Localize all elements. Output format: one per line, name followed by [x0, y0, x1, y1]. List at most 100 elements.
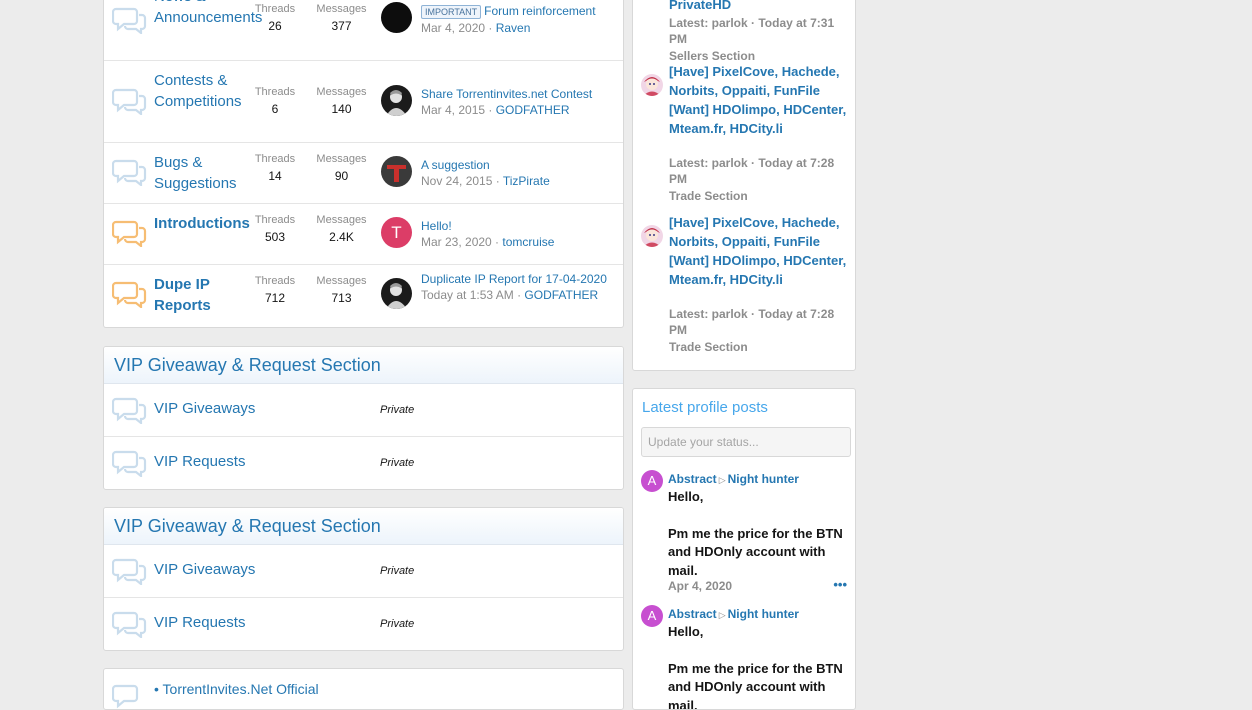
thread-latest-meta: Latest: parlok · Today at 7:31 PM: [669, 16, 835, 46]
forum-title-link[interactable]: VIP Giveaways: [154, 400, 255, 417]
last-post-title[interactable]: A suggestion: [421, 158, 490, 172]
last-post-meta: Mar 23, 2020 · tomcruise: [421, 235, 555, 249]
forum-title-link[interactable]: VIP Giveaways: [154, 561, 255, 578]
last-post-user-link[interactable]: Raven: [496, 21, 531, 35]
anime-avatar-icon: [641, 74, 663, 96]
threads-stat: Threads 712: [254, 275, 296, 305]
section-title[interactable]: VIP Giveaway & Request Section: [104, 347, 623, 384]
forum-title-link[interactable]: VIP Requests: [154, 453, 245, 470]
user-avatar[interactable]: [381, 278, 412, 309]
user-avatar[interactable]: [381, 85, 412, 116]
user-avatar[interactable]: T: [381, 217, 412, 248]
threads-stat: Threads 26: [254, 3, 296, 33]
messages-stat: Messages 713: [316, 275, 367, 305]
last-post-meta: Nov 24, 2015 · TizPirate: [421, 174, 550, 188]
private-label: Private: [380, 457, 415, 469]
private-label: Private: [380, 618, 415, 630]
pirate-avatar-icon: [381, 156, 412, 187]
forum-read-icon: [112, 450, 147, 477]
forum-title-link[interactable]: Contests & Competitions: [154, 70, 244, 112]
more-options-icon[interactable]: •••: [833, 577, 847, 592]
thread-forum-label[interactable]: Trade Section: [669, 339, 849, 355]
profile-post: A Abstract ▷ Night hunter Hello, Pm me the…: [641, 605, 849, 710]
last-post-title[interactable]: Hello!: [421, 219, 452, 233]
status-update-input[interactable]: [641, 427, 851, 457]
last-post-title[interactable]: IMPORTANT Forum reinforcement: [421, 4, 596, 19]
forum-node-list: News & Announcements Threads26 Messages3…: [103, 0, 624, 328]
target-user-link[interactable]: Night hunter: [728, 472, 799, 486]
private-label: Private: [380, 565, 415, 577]
post-participants: Abstract ▷ Night hunter: [668, 607, 799, 621]
arrow-right-icon: ▷: [718, 475, 726, 485]
user-avatar[interactable]: A: [641, 605, 663, 627]
anime-avatar-icon: [641, 225, 663, 247]
last-post-user-link[interactable]: GODFATHER: [496, 103, 570, 117]
forum-title-link[interactable]: • TorrentInvites.Net Official: [154, 681, 319, 697]
forum-read-icon: [112, 558, 147, 585]
forum-title-link[interactable]: Bugs & Suggestions: [154, 152, 244, 194]
post-body: Hello, Pm me the price for the BTN and H…: [668, 624, 843, 710]
target-user-link[interactable]: Night hunter: [728, 607, 799, 621]
post-date[interactable]: Apr 4, 2020: [668, 579, 732, 593]
thread-title-link[interactable]: [Have] PixelCove, Hachede, Norbits, Oppa…: [669, 62, 849, 138]
forum-node-dupe-ip: Dupe IP Reports Threads 712 Messages 713 D…: [104, 264, 623, 327]
forum-read-icon: [112, 159, 147, 186]
last-post-user-link[interactable]: GODFATHER: [524, 288, 598, 302]
user-avatar[interactable]: [381, 156, 412, 187]
last-post-meta: Mar 4, 2015 · GODFATHER: [421, 103, 570, 117]
last-post-title[interactable]: Duplicate IP Report for 17-04-2020: [421, 272, 607, 286]
forum-unread-icon: [112, 220, 147, 247]
last-post-user-link[interactable]: tomcruise: [502, 235, 554, 249]
user-avatar[interactable]: [641, 74, 663, 96]
private-label: Private: [380, 404, 415, 416]
profile-post: A Abstract ▷ Night hunter Hello, Pm me the…: [641, 470, 849, 598]
forum-unread-icon: [112, 281, 147, 308]
forum-read-icon: [112, 88, 147, 115]
last-post-meta: Mar 4, 2020 · Raven: [421, 21, 531, 35]
forum-title-link[interactable]: Introductions: [154, 213, 250, 234]
thread-forum-label[interactable]: Trade Section: [669, 188, 849, 204]
forum-title-link[interactable]: VIP Requests: [154, 614, 245, 631]
forum-node-vip-giveaways: VIP Giveaways Private: [104, 545, 623, 598]
godfather-avatar-icon: [381, 278, 412, 309]
user-avatar[interactable]: [641, 225, 663, 247]
forum-read-icon: [112, 684, 139, 709]
forum-node-news: News & Announcements Threads26 Messages3…: [104, 0, 623, 61]
important-prefix-badge: IMPORTANT: [421, 5, 482, 19]
vip-section-block: VIP Giveaway & Request Section VIP Givea…: [103, 346, 624, 490]
author-link[interactable]: Abstract: [668, 607, 717, 621]
forum-read-icon: [112, 397, 147, 424]
messages-stat: Messages 140: [316, 86, 367, 116]
last-post-title[interactable]: Share Torrentinvites.net Contest: [421, 87, 592, 101]
vip-section-block: VIP Giveaway & Request Section VIP Givea…: [103, 507, 624, 651]
author-link[interactable]: Abstract: [668, 472, 717, 486]
post-body: Hello, Pm me the price for the BTN and H…: [668, 489, 843, 578]
forum-node-vip-requests: VIP Requests Private: [104, 598, 623, 650]
thread-title-link[interactable]: PrivateHD: [669, 0, 849, 14]
profile-posts-widget: Latest profile posts A Abstract▷Night hu…: [632, 388, 856, 710]
forum-node-contests: Contests & Competitions Threads 6 Message…: [104, 60, 623, 143]
thread-latest-meta: Latest: parlok · Today at 7:28 PM: [669, 307, 835, 337]
thread-latest-meta: Latest: parlok · Today at 7:28 PM: [669, 156, 835, 186]
post-participants: Abstract ▷ Night hunter: [668, 472, 799, 486]
threads-stat: Threads 6: [254, 86, 296, 116]
user-avatar[interactable]: A: [641, 470, 663, 492]
thread-title-link[interactable]: [Have] PixelCove, Hachede, Norbits, Oppa…: [669, 213, 849, 289]
forum-title-link[interactable]: News & Announcements: [154, 0, 262, 28]
last-post-user-link[interactable]: TizPirate: [503, 174, 550, 188]
widget-heading[interactable]: Latest profile posts: [642, 399, 768, 416]
user-avatar[interactable]: [381, 2, 412, 33]
messages-stat: Messages 2.4K: [316, 214, 367, 244]
messages-stat: Messages 377: [316, 3, 367, 33]
forum-node-introductions: Introductions Threads 503 Messages 2.4K T …: [104, 203, 623, 265]
official-section-block: • TorrentInvites.Net Official: [103, 668, 624, 710]
forum-title-link[interactable]: Dupe IP Reports: [154, 274, 244, 316]
forum-read-icon: [112, 611, 147, 638]
section-title[interactable]: VIP Giveaway & Request Section: [104, 508, 623, 545]
threads-stat: Threads 503: [254, 214, 296, 244]
arrow-right-icon: ▷: [718, 610, 726, 620]
forum-node-vip-giveaways: VIP Giveaways Private: [104, 384, 623, 437]
messages-stat: Messages 90: [316, 153, 367, 183]
forum-read-icon: [112, 7, 147, 34]
threads-stat: Threads 14: [254, 153, 296, 183]
